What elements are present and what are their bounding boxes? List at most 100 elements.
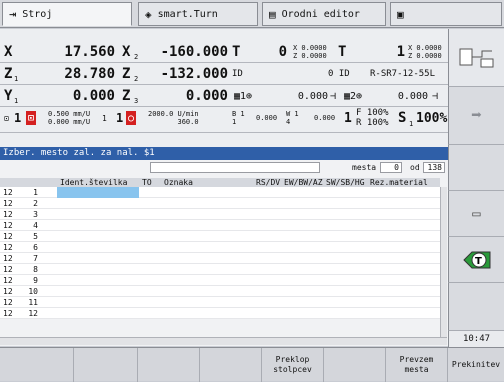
softkey-4[interactable] [200, 348, 262, 382]
table-row[interactable]: 12 1 [0, 187, 440, 198]
feed-override: 0.000 mm/U [48, 118, 91, 126]
col-ew-bw-az[interactable]: EW/BW/AZ [284, 178, 323, 187]
col-ident[interactable]: Ident.številka [60, 178, 127, 187]
row-magazine: 12 [3, 309, 13, 318]
axis-x2-label: X [122, 44, 131, 60]
table-row[interactable]: 12 2 [0, 198, 440, 209]
position-display: X 17.560 X 2 -160.000 T 0 X 0.0000 Z 0.0… [0, 29, 448, 147]
feed-actual: 0.500 mm/U [48, 110, 91, 118]
tool-table-panel: mesta 0 od 138 Ident.številka TO Oznaka … [0, 160, 448, 346]
vertical-scrollbar[interactable] [440, 187, 447, 337]
arrow-right-icon: ➡ [471, 105, 482, 126]
row-ident-cell[interactable] [57, 209, 139, 220]
table-row[interactable]: 12 5 [0, 231, 440, 242]
row-magazine: 12 [3, 221, 13, 230]
offset2-z-small: Z 0.0000 [408, 52, 442, 60]
row-ident-cell[interactable] [57, 231, 139, 242]
softkey-prevzem-mesta[interactable]: Prevzem mesta [386, 348, 448, 382]
col-rs-dv[interactable]: RS/DV [256, 178, 280, 187]
spindle-override-pct: 100% [416, 110, 448, 126]
w-axis: W 1 4 [286, 107, 299, 129]
horizontal-scrollbar[interactable] [0, 337, 447, 345]
spindle-speed-number: 1 [116, 111, 124, 125]
dro-row-y: Y 1 0.000 Z 3 0.000 ▦1⊕ 0.000 ⊣ ▦2⊕ 0.00… [0, 85, 448, 107]
table-row[interactable]: 12 9 [0, 275, 440, 286]
col-rez-material[interactable]: Rez.material [370, 178, 428, 187]
table-row[interactable]: 12 10 [0, 286, 440, 297]
tool-t2-number: 1 [396, 44, 405, 60]
table-header: Ident.številka TO Oznaka RS/DV EW/BW/AZ … [0, 178, 440, 187]
side-machine-icon[interactable] [448, 29, 504, 87]
w-axis-value: 0.000 [314, 114, 336, 122]
side-empty-2[interactable] [448, 283, 504, 331]
softkey-3[interactable] [138, 348, 200, 382]
row-place: 11 [28, 298, 38, 307]
override-values: F 100% R 100% [356, 107, 389, 129]
table-row[interactable]: 12 6 [0, 242, 440, 253]
row-ident-cell[interactable] [57, 253, 139, 264]
axis-y-value: 0.000 [72, 88, 115, 104]
feed-override-pct: F 100% [356, 108, 389, 118]
tool-t2-label: T [338, 44, 347, 60]
col-sw-sb-hg[interactable]: SW/SB/HG [326, 178, 365, 187]
mesta-value[interactable]: 0 [380, 162, 402, 173]
row-ident-cell[interactable] [57, 297, 139, 308]
row-place: 3 [33, 210, 38, 219]
spindle1-value: 0.000 [297, 90, 328, 102]
offset-z-small: Z 0.0000 [293, 52, 327, 60]
row-ident-cell[interactable] [57, 264, 139, 275]
softkey-2[interactable] [74, 348, 138, 382]
row-magazine: 12 [3, 243, 13, 252]
b-axis-label: B 1 [232, 110, 245, 118]
softkey-prekinitev[interactable]: Prekinitev [448, 348, 504, 382]
arrow-right-icon: ⇥ [9, 7, 17, 21]
table-row[interactable]: 12 12 [0, 308, 440, 319]
offset2-x-small: X 0.0000 [408, 44, 442, 52]
table-row[interactable]: 12 8 [0, 264, 440, 275]
clock: 10:47 [448, 331, 504, 347]
speed-set: 360.0 [177, 118, 199, 126]
table-row[interactable]: 12 4 [0, 220, 440, 231]
tool-t-label: T [232, 44, 241, 60]
row-ident-cell[interactable] [57, 242, 139, 253]
side-tool-list[interactable]: ▭ [448, 191, 504, 237]
spindle-override-label: S [398, 110, 407, 126]
softkey-6[interactable] [324, 348, 386, 382]
row-ident-cell[interactable] [57, 220, 139, 231]
table-row[interactable]: 12 3 [0, 209, 440, 220]
side-tool-button[interactable]: T [448, 237, 504, 283]
col-to[interactable]: TO [142, 178, 152, 187]
spindle1-icon: ▦1⊕ [234, 90, 253, 102]
id-label: ID [232, 69, 243, 79]
row-magazine: 12 [3, 232, 13, 241]
softkey-preklop-stolpcev[interactable]: Preklop stolpcev [262, 348, 324, 382]
row-ident-cell[interactable] [57, 198, 139, 209]
row-place: 10 [28, 287, 38, 296]
col-oznaka[interactable]: Oznaka [164, 178, 193, 187]
disk-icon: ▣ [397, 7, 404, 21]
row-ident-cell[interactable] [57, 187, 139, 198]
tab-smart-turn[interactable]: ◈ smart.Turn [138, 2, 258, 26]
softkey-bar: Preklop stolpcev Prevzem mesta Prekinite… [0, 347, 504, 382]
table-row[interactable]: 12 7 [0, 253, 440, 264]
speed-stop-indicator: ○ [126, 111, 137, 125]
row-ident-cell[interactable] [57, 275, 139, 286]
tab-save[interactable]: ▣ [390, 2, 502, 26]
softkey-1[interactable] [0, 348, 74, 382]
side-empty-1[interactable] [448, 145, 504, 191]
speed-values: 2000.0 U/min 360.0 [148, 107, 199, 129]
row-place: 5 [33, 232, 38, 241]
row-ident-cell[interactable] [57, 286, 139, 297]
row-ident-cell[interactable] [57, 308, 139, 319]
table-row[interactable]: 12 11 [0, 297, 440, 308]
side-arrow-button[interactable]: ➡ [448, 87, 504, 145]
tab-orodni-editor[interactable]: ▤ Orodni editor [262, 2, 386, 26]
machine-icon [459, 48, 493, 67]
feed-stop-indicator: ⊡ [26, 111, 37, 125]
b-axis-sub: 1 [232, 118, 237, 126]
axis-z2-label: Z [122, 66, 131, 82]
row-place: 9 [33, 276, 38, 285]
tool-offset2-small: X 0.0000 Z 0.0000 [408, 41, 442, 63]
search-field[interactable] [150, 162, 320, 173]
tab-stroj[interactable]: ⇥ Stroj [2, 2, 132, 26]
